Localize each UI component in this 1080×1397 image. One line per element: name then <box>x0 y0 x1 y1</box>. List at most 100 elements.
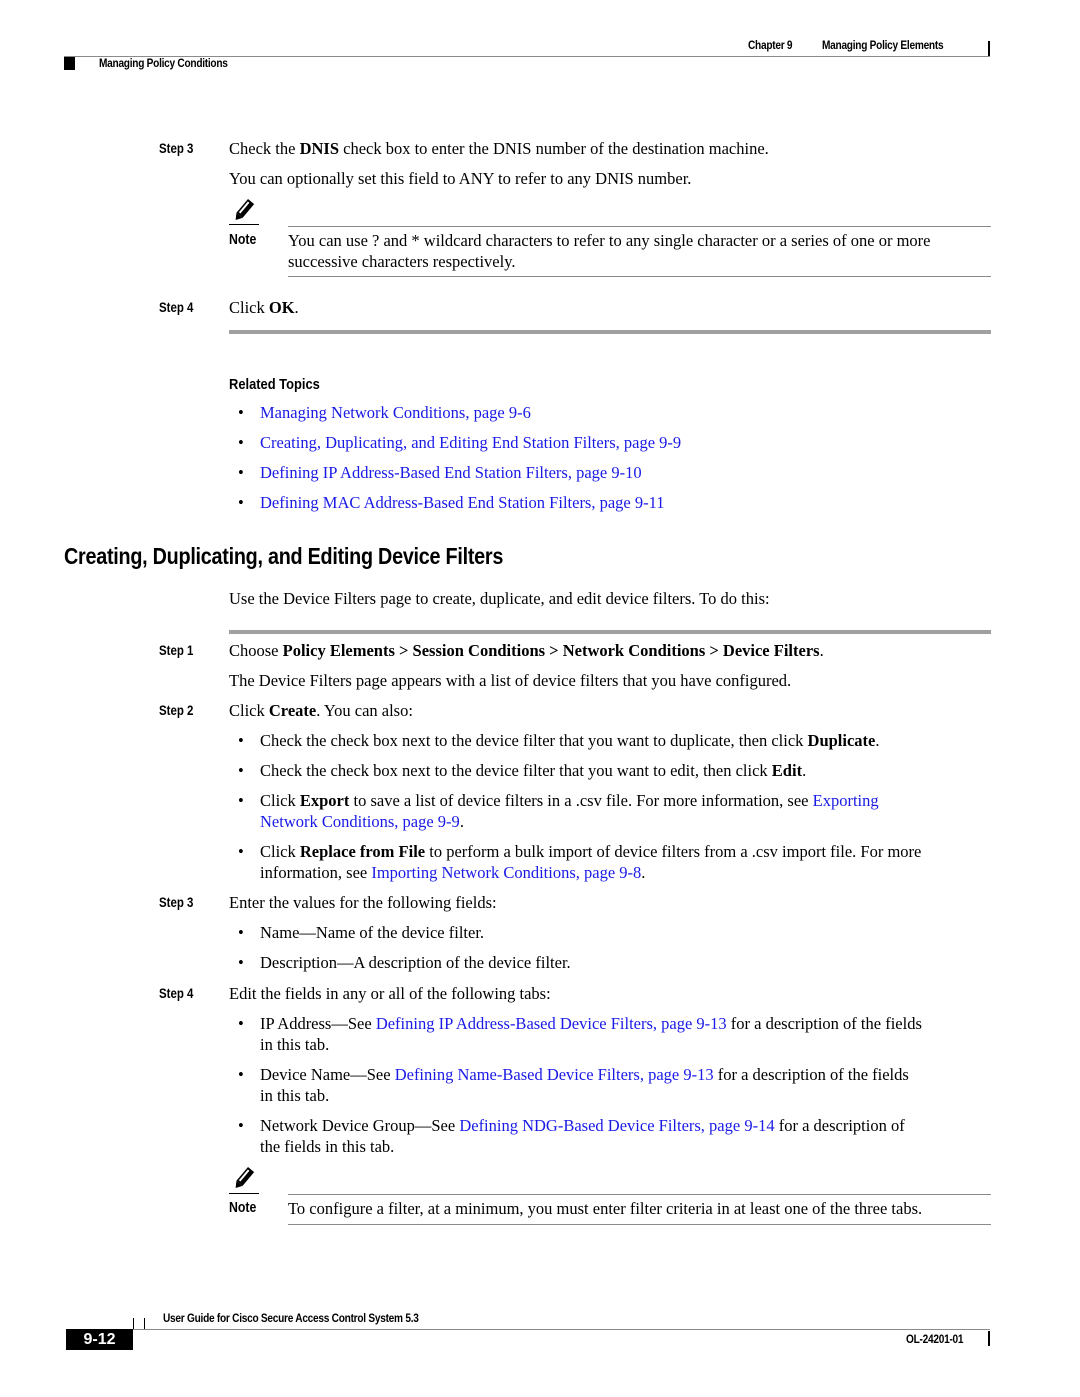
step-text: Edit the fields in any or all of the fol… <box>229 984 551 1003</box>
bullet-text: Click <box>260 842 300 861</box>
header-chapter-title: Managing Policy Elements <box>822 40 944 52</box>
step-text: Choose Policy Elements > Session Conditi… <box>229 640 824 661</box>
bullet-icon: • <box>238 493 244 512</box>
ip-address-filters-link[interactable]: Defining IP Address-Based Device Filters… <box>376 1014 727 1033</box>
bullet-icon: • <box>238 1116 244 1135</box>
step-text: Click OK. <box>229 297 299 318</box>
footer-tick <box>144 1318 145 1329</box>
bullet-text: IP Address—See <box>260 1014 376 1033</box>
note-label: Note <box>229 1200 257 1216</box>
header-bar-marker <box>988 41 990 56</box>
step-text-part: . You can also: <box>316 701 413 720</box>
bullet-text: in this tab. <box>260 1086 330 1105</box>
step-text: Enter the values for the following field… <box>229 893 497 912</box>
bullet-text: to save a list of device filters in a .c… <box>349 791 813 810</box>
exporting-link[interactable]: Exporting <box>813 791 879 810</box>
ndg-filters-link[interactable]: Defining NDG-Based Device Filters, page … <box>459 1116 774 1135</box>
related-topic-item: • Creating, Duplicating, and Editing End … <box>238 432 998 453</box>
importing-link[interactable]: Importing Network Conditions, page 9-8 <box>371 863 641 882</box>
bullet-text: . <box>459 812 464 831</box>
note-bottom-rule <box>288 1224 991 1225</box>
pencil-icon <box>235 199 255 220</box>
bullet-text: for a description of <box>774 1116 905 1135</box>
step-label: Step 3 <box>159 141 194 156</box>
step-text-part: Click <box>229 701 269 720</box>
menu-path: Policy Elements > Session Conditions > N… <box>282 641 820 660</box>
step-subtext: You can optionally set this field to ANY… <box>229 169 692 188</box>
footer-guide-title: User Guide for Cisco Secure Access Contr… <box>163 1313 419 1325</box>
note-top-rule <box>288 1194 991 1195</box>
step-bullet: • Check the check box next to the device … <box>238 760 998 781</box>
footer-doc-id: OL-24201-01 <box>906 1334 964 1346</box>
step-bullet: • Network Device Group—See Defining NDG-B… <box>238 1115 998 1157</box>
step-label: Step 2 <box>159 703 194 718</box>
section-heading: Creating, Duplicating, and Editing Devic… <box>64 543 504 569</box>
bullet-text: Network Device Group—See <box>260 1116 460 1135</box>
header-rule <box>64 56 990 57</box>
step-bullet: • Description—A description of the device… <box>238 952 998 973</box>
bullet-icon: • <box>238 403 244 422</box>
bullet-text: Description—A description of the device … <box>260 953 571 972</box>
related-topic-link[interactable]: Managing Network Conditions, page 9-6 <box>260 402 998 423</box>
ui-term: Export <box>299 791 350 810</box>
related-topic-item: • Defining MAC Address-Based End Station … <box>238 492 998 513</box>
related-topic-item: • Managing Network Conditions, page 9-6 <box>238 402 998 423</box>
ui-term: Duplicate <box>807 731 876 750</box>
header-section: Managing Policy Conditions <box>99 58 228 70</box>
bullet-text: . <box>641 863 646 882</box>
step-label: Step 3 <box>159 895 194 910</box>
step-bullet: • Name—Name of the device filter. <box>238 922 998 943</box>
related-topic-link[interactable]: Defining MAC Address-Based End Station F… <box>260 492 998 513</box>
step-bullet: • Check the check box next to the device … <box>238 730 998 751</box>
step-label: Step 1 <box>159 643 194 658</box>
bullet-icon: • <box>238 433 244 452</box>
step-text: Check the DNIS check box to enter the DN… <box>229 138 769 159</box>
ui-term: OK <box>268 298 295 317</box>
bullet-icon: • <box>238 791 244 810</box>
bullet-icon: • <box>238 761 244 780</box>
header-chapter: Chapter 9 <box>748 40 793 52</box>
bullet-text: information, see <box>260 863 372 882</box>
pencil-icon <box>235 1167 255 1188</box>
step-bullet: • Click Replace from File to perform a bu… <box>238 841 998 883</box>
section-intro: Use the Device Filters page to create, d… <box>229 589 770 608</box>
step-text-part: check box to enter the DNIS number of th… <box>339 139 769 158</box>
bullet-icon: • <box>238 953 244 972</box>
step-bullet: • IP Address—See Defining IP Address-Base… <box>238 1013 998 1055</box>
bullet-text: Check the check box next to the device f… <box>260 761 772 780</box>
note-text-line: You can use ? and * wildcard characters … <box>288 231 931 250</box>
bullet-text: Device Name—See <box>260 1065 395 1084</box>
step-text-part: . <box>819 641 824 660</box>
note-bottom-rule <box>288 276 991 277</box>
step-text: Click Create. You can also: <box>229 700 413 721</box>
bullet-text: . <box>802 761 807 780</box>
ui-term: Replace from File <box>299 842 426 861</box>
note-label: Note <box>229 232 257 248</box>
page-number-box: 9-12 <box>66 1329 133 1350</box>
step-subtext: The Device Filters page appears with a l… <box>229 671 792 690</box>
related-topic-item: • Defining IP Address-Based End Station F… <box>238 462 998 483</box>
step-bullet: • Device Name—See Defining Name-Based Dev… <box>238 1064 998 1106</box>
note-text-line: successive characters respectively. <box>288 252 516 271</box>
bullet-icon: • <box>238 923 244 942</box>
step-text-part: Check the <box>229 139 300 158</box>
related-topic-link[interactable]: Creating, Duplicating, and Editing End S… <box>260 432 998 453</box>
bullet-text: for a description of the fields <box>726 1014 922 1033</box>
ui-term: DNIS <box>299 139 339 158</box>
exporting-link[interactable]: Network Conditions, page 9-9 <box>260 812 460 831</box>
step-bullet: • Click Export to save a list of device f… <box>238 790 998 832</box>
related-topic-link[interactable]: Defining IP Address-Based End Station Fi… <box>260 462 998 483</box>
header-block-marker <box>64 57 75 70</box>
bullet-text: Click <box>260 791 300 810</box>
step-label: Step 4 <box>159 300 194 315</box>
bullet-text: the fields in this tab. <box>260 1137 395 1156</box>
bullet-icon: • <box>238 463 244 482</box>
footer-rule <box>66 1329 990 1330</box>
note-icon-rule <box>229 1193 259 1194</box>
procedure-end-rule <box>229 330 991 334</box>
bullet-icon: • <box>238 731 244 750</box>
name-filters-link[interactable]: Defining Name-Based Device Filters, page… <box>395 1065 714 1084</box>
bullet-text: . <box>875 731 880 750</box>
step-text-part: . <box>294 298 299 317</box>
bullet-icon: • <box>238 1065 244 1084</box>
